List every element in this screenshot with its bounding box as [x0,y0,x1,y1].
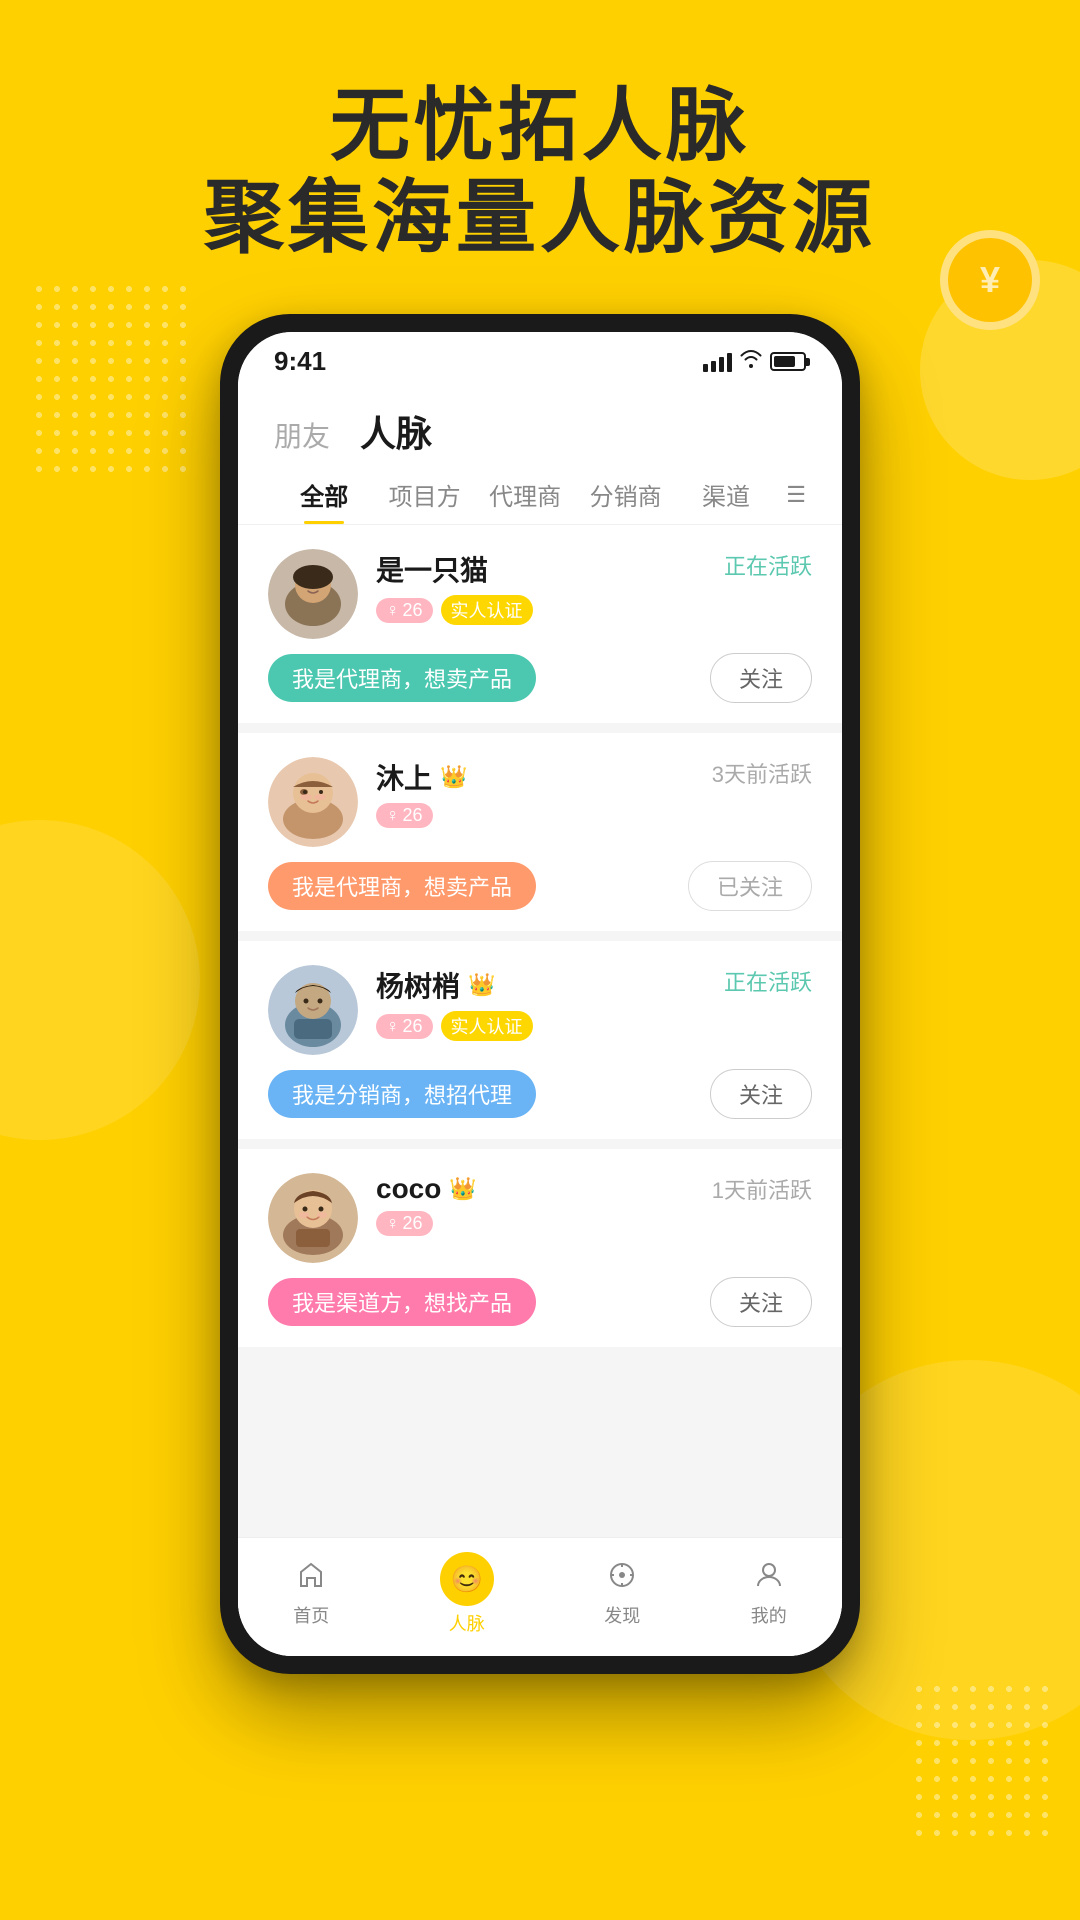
user-status-2: 3天前活跃 [712,757,812,789]
user-name-3: 杨树梢 [376,965,460,1005]
user-details-3: 杨树梢 👑 ♀ 26 实人认证 [376,965,533,1041]
header-section: 无忧拓人脉 聚集海量人脉资源 [0,0,1080,304]
user-name-row-4: coco 👑 [376,1173,477,1205]
user-name-row-1: 是一只猫 [376,549,533,589]
follow-btn-2[interactable]: 已关注 [688,861,812,911]
user-details-2: 沐上 👑 ♀ 26 [376,757,467,828]
nav-item-profile[interactable]: 我的 [751,1560,787,1628]
wifi-icon [740,350,762,373]
user-name-2: 沐上 [376,757,432,797]
nav-tab-network[interactable]: 人脉 [360,405,432,461]
user-tag-row-2: 我是代理商，想卖产品 已关注 [268,861,812,911]
nav-item-network[interactable]: 😊 人脉 [440,1552,494,1636]
avatar-1 [268,549,358,639]
filter-tab-project[interactable]: 项目方 [374,477,474,524]
user-badges-2: ♀ 26 [376,803,467,828]
nav-item-discover[interactable]: 发现 [604,1560,640,1628]
header-line2: 聚集海量人脉资源 [0,172,1080,264]
user-tag-2: 我是代理商，想卖产品 [268,862,536,910]
follow-btn-3[interactable]: 关注 [710,1069,812,1119]
phone-screen: 9:41 [238,332,842,1656]
status-icons [703,350,806,373]
filter-tab-distributor[interactable]: 分销商 [575,477,675,524]
user-badges-3: ♀ 26 实人认证 [376,1011,533,1041]
user-card-3-top: 杨树梢 👑 ♀ 26 实人认证 [268,965,812,1055]
user-name-row-2: 沐上 👑 [376,757,467,797]
main-nav-header: 朋友 人脉 [238,385,842,461]
profile-icon [754,1560,784,1598]
crown-icon-2: 👑 [440,764,467,790]
avatar-2 [268,757,358,847]
crown-icon-3: 👑 [468,972,495,998]
user-tag-3: 我是分销商，想招代理 [268,1070,536,1118]
user-tag-row-4: 我是渠道方，想找产品 关注 [268,1277,812,1327]
user-card-1: 是一只猫 ♀ 26 实人认证 [238,525,842,723]
main-nav-tabs: 朋友 人脉 [274,405,806,461]
filter-tabs-bar: 全部 项目方 代理商 分销商 渠道 ☰ [238,461,842,525]
battery-icon [770,352,806,371]
verified-badge-1: 实人认证 [441,595,533,625]
phone-body: 9:41 [220,314,860,1674]
user-name-4: coco [376,1173,441,1205]
user-status-3: 正在活跃 [724,965,812,997]
gender-badge-3: ♀ 26 [376,1014,433,1039]
user-name-1: 是一只猫 [376,549,488,589]
discover-icon [607,1560,637,1598]
user-details-4: coco 👑 ♀ 26 [376,1173,477,1236]
user-card-1-top: 是一只猫 ♀ 26 实人认证 [268,549,812,639]
user-status-1: 正在活跃 [724,549,812,581]
bg-coin-icon: ¥ [940,230,1040,330]
user-status-4: 1天前活跃 [712,1173,812,1205]
user-card-3: 杨树梢 👑 ♀ 26 实人认证 [238,941,842,1139]
nav-tab-friends[interactable]: 朋友 [274,415,330,459]
user-tag-1: 我是代理商，想卖产品 [268,654,536,702]
user-tag-row-3: 我是分销商，想招代理 关注 [268,1069,812,1119]
avatar-3 [268,965,358,1055]
nav-label-profile: 我的 [751,1602,787,1628]
gender-badge-4: ♀ 26 [376,1211,433,1236]
verified-badge-3: 实人认证 [441,1011,533,1041]
gender-badge-1: ♀ 26 [376,598,433,623]
nav-label-network: 人脉 [449,1610,485,1636]
gender-badge-2: ♀ 26 [376,803,433,828]
user-badges-4: ♀ 26 [376,1211,477,1236]
user-card-2: 沐上 👑 ♀ 26 [238,733,842,931]
filter-menu-icon[interactable]: ☰ [776,482,806,520]
user-card-4-top: coco 👑 ♀ 26 [268,1173,812,1263]
signal-icon [703,352,732,372]
user-details-1: 是一只猫 ♀ 26 实人认证 [376,549,533,625]
nav-icon-bg-network: 😊 [440,1552,494,1606]
user-badges-1: ♀ 26 实人认证 [376,595,533,625]
user-info-1-left: 是一只猫 ♀ 26 实人认证 [268,549,533,639]
nav-label-home: 首页 [293,1602,329,1628]
nav-item-home[interactable]: 首页 [293,1560,329,1628]
filter-tab-all[interactable]: 全部 [274,477,374,524]
user-name-row-3: 杨树梢 👑 [376,965,533,1005]
filter-tab-channel[interactable]: 渠道 [676,477,776,524]
avatar-4 [268,1173,358,1263]
network-icon: 😊 [451,1564,483,1595]
user-tag-4: 我是渠道方，想找产品 [268,1278,536,1326]
nav-label-discover: 发现 [604,1602,640,1628]
bottom-nav: 首页 😊 人脉 [238,1537,842,1656]
user-info-4-left: coco 👑 ♀ 26 [268,1173,477,1263]
home-icon [296,1560,326,1598]
status-bar: 9:41 [238,332,842,385]
app-content: 朋友 人脉 全部 项目方 代理商 分销商 渠道 ☰ [238,385,842,1656]
header-line1: 无忧拓人脉 [0,80,1080,172]
user-card-4: coco 👑 ♀ 26 [238,1149,842,1347]
user-info-3-left: 杨树梢 👑 ♀ 26 实人认证 [268,965,533,1055]
bg-dots-left [30,280,190,480]
user-tag-row-1: 我是代理商，想卖产品 关注 [268,653,812,703]
crown-icon-4: 👑 [449,1176,476,1202]
user-card-2-top: 沐上 👑 ♀ 26 [268,757,812,847]
status-time: 9:41 [274,346,326,377]
filter-tab-agent[interactable]: 代理商 [475,477,575,524]
user-info-2-left: 沐上 👑 ♀ 26 [268,757,467,847]
follow-btn-4[interactable]: 关注 [710,1277,812,1327]
follow-btn-1[interactable]: 关注 [710,653,812,703]
user-list: 是一只猫 ♀ 26 实人认证 [238,525,842,1537]
